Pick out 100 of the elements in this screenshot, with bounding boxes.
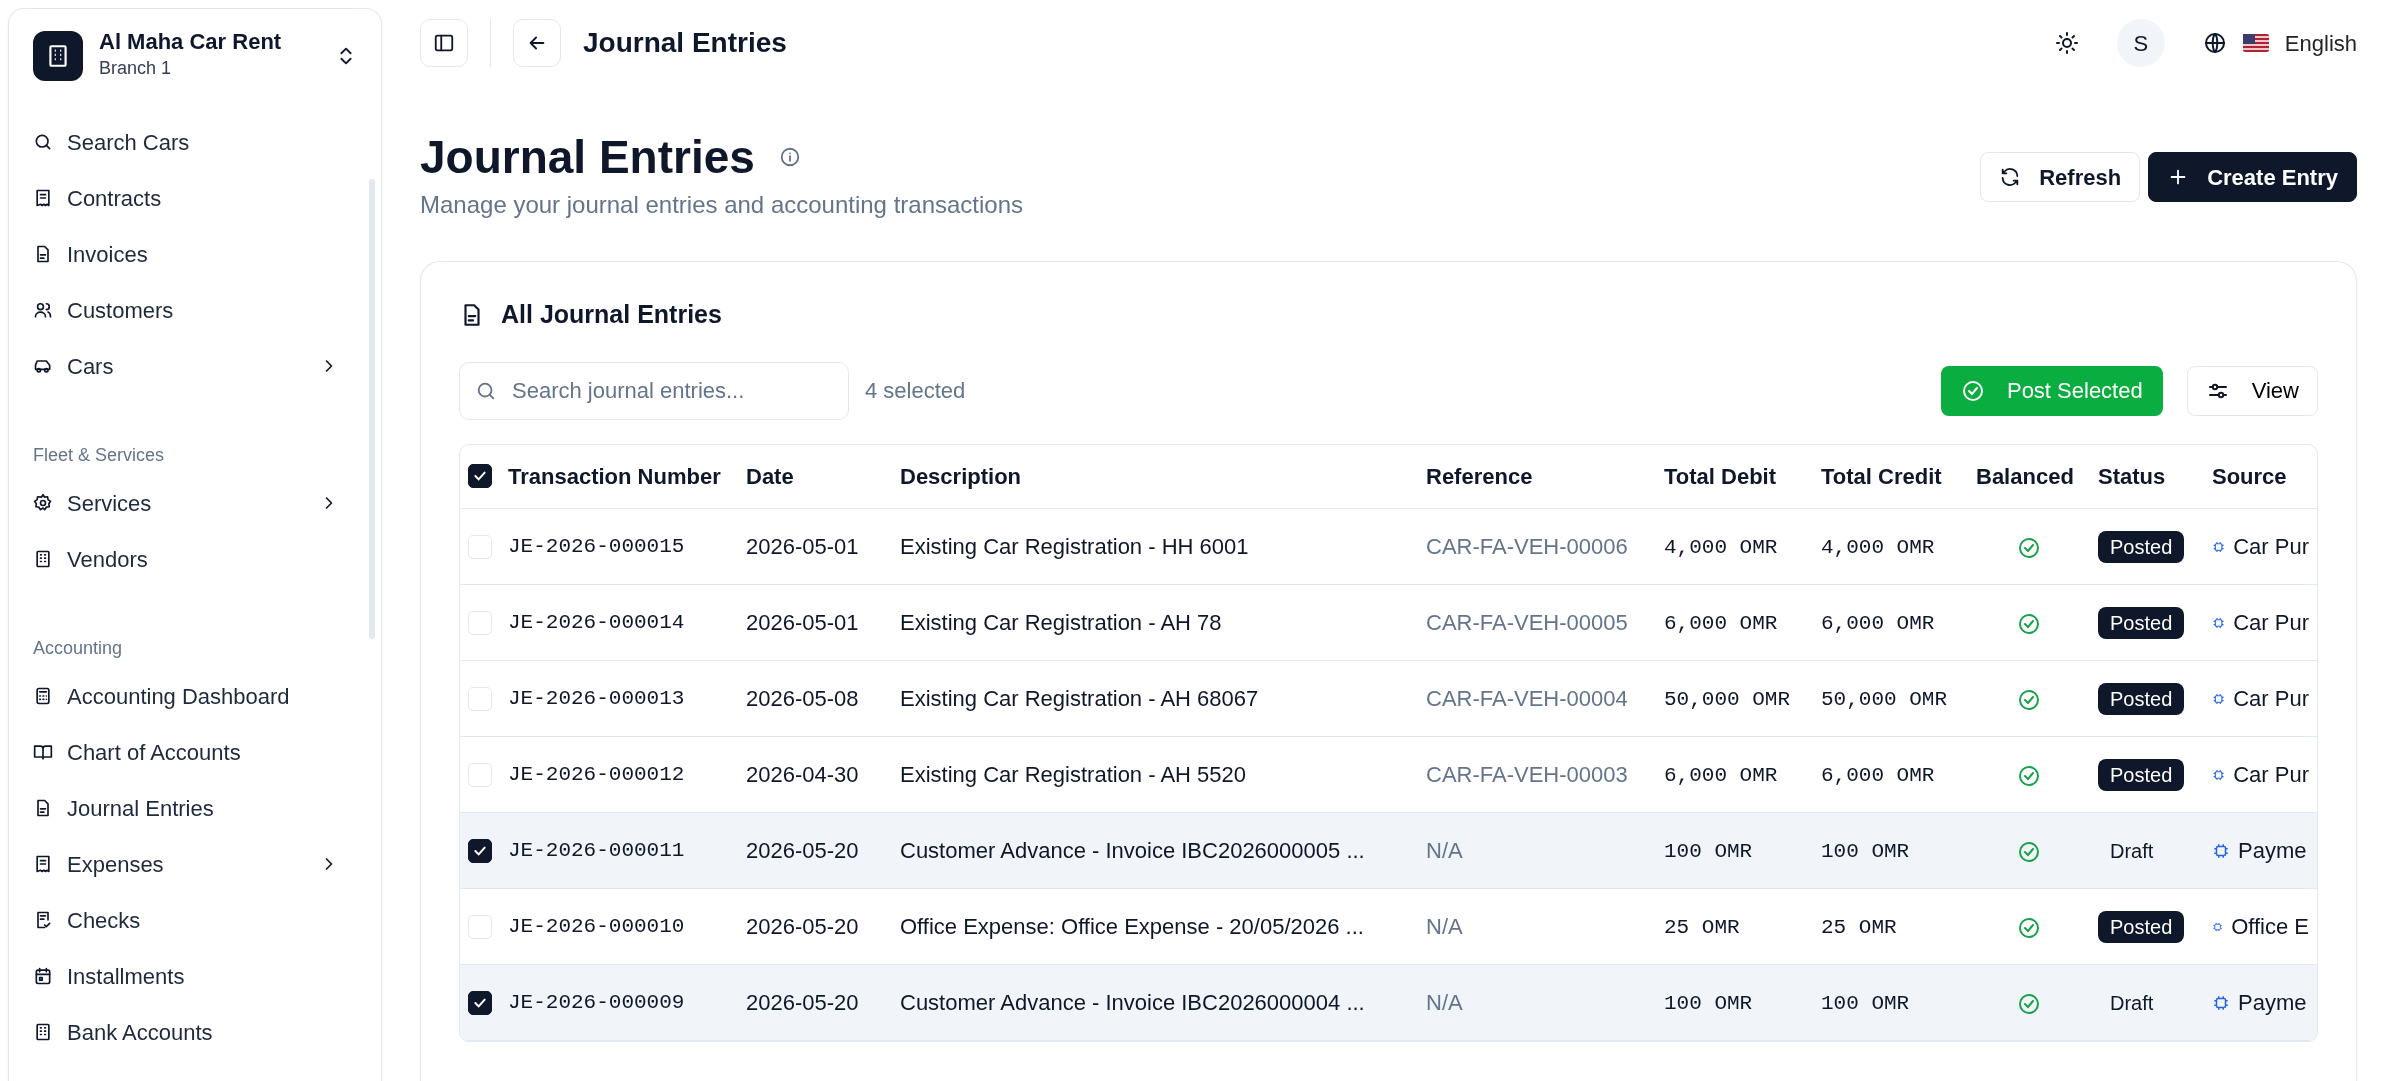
view-button[interactable]: View	[2186, 365, 2318, 416]
table-cell-text: Office E	[2231, 913, 2309, 942]
sidebar-item[interactable]: Installments	[33, 948, 357, 1005]
table-cell: 2026-05-01	[746, 534, 859, 560]
table-cell: CAR-FA-VEH-00005	[1426, 610, 1628, 636]
sidebar-toggle-button[interactable]	[420, 19, 468, 67]
sidebar-item[interactable]: Chart of Accounts	[33, 724, 357, 781]
user-avatar[interactable]: S	[2116, 19, 2165, 67]
table-cell-text: Payme	[2238, 989, 2307, 1018]
transaction-number: JE-2026-000011	[508, 837, 685, 864]
transaction-number: JE-2026-000012	[508, 761, 685, 788]
selection-count: 4 selected	[865, 377, 967, 406]
table-cell: 6,000 OMR	[1664, 764, 1778, 788]
table-cell: 6,000 OMR	[1821, 764, 1935, 788]
table-cell: 4,000 OMR	[1664, 536, 1778, 560]
status-label: Draft	[2109, 839, 2155, 865]
sidebar-item[interactable]: Services	[33, 475, 357, 532]
building-icon	[33, 1022, 53, 1043]
table-cell-text: Car Pur	[2233, 685, 2309, 714]
table-cell: 100 OMR	[1664, 992, 1753, 1016]
sidebar-section-title: Accounting	[33, 637, 124, 661]
calculator-icon	[33, 686, 53, 707]
table-cell: 50,000 OMR	[1821, 688, 1948, 712]
status-badge: Posted	[2098, 683, 2185, 716]
sidebar-item[interactable]: Vendors	[33, 531, 357, 588]
status-badge: Posted	[2098, 607, 2185, 640]
table-cell: 2026-05-01	[746, 610, 859, 636]
table-cell: Customer Advance - Invoice IBC2026000005 ...	[900, 838, 1365, 864]
refresh-button[interactable]: Refresh	[1980, 152, 2141, 202]
table-cell-text: Car Pur	[2233, 609, 2309, 638]
table-cell: Existing Car Registration - AH 78	[900, 610, 1222, 636]
building-icon	[33, 549, 53, 570]
table-cell-text: Car Pur	[2233, 761, 2309, 790]
column-header: Reference	[1426, 462, 1533, 491]
sidebar-item[interactable]: Journal Entries	[33, 780, 357, 837]
table-cell: N/A	[1426, 990, 1463, 1016]
column-header: Date	[746, 462, 794, 491]
column-header: Transaction Number	[508, 462, 721, 491]
gear-icon	[33, 493, 53, 514]
transaction-number: JE-2026-000010	[508, 913, 685, 940]
table-cell: 100 OMR	[1664, 840, 1753, 864]
receipt-icon	[33, 854, 53, 875]
table-cell: 2026-05-20	[746, 990, 859, 1016]
scrollbar[interactable]	[369, 179, 375, 639]
checkbox[interactable]	[468, 838, 492, 863]
globe-icon	[2202, 31, 2227, 55]
table-cell: 100 OMR	[1821, 992, 1910, 1016]
page-title: Journal Entries	[420, 132, 755, 183]
table-cell-text: Car Pur	[2233, 533, 2309, 562]
sidebar-item[interactable]: Invoices	[33, 226, 357, 283]
sidebar-section-title: Fleet & Services	[33, 444, 166, 468]
page-subtitle: Manage your journal entries and accounting transactions	[420, 189, 1024, 220]
status-badge: Posted	[2098, 911, 2185, 944]
back-button[interactable]	[513, 19, 561, 67]
sidebar-item[interactable]: Contracts	[33, 170, 357, 227]
theme-toggle-button[interactable]	[2054, 30, 2079, 56]
table-cell: 25 OMR	[1664, 916, 1740, 940]
checkbox[interactable]	[468, 464, 492, 489]
column-header: Total Debit	[1664, 462, 1777, 491]
transaction-number: JE-2026-000015	[508, 533, 685, 560]
card-title: All Journal Entries	[501, 298, 722, 330]
sidebar-item[interactable]: Checks	[33, 892, 357, 949]
status-label: Draft	[2109, 991, 2155, 1017]
table-cell: Existing Car Registration - HH 6001	[900, 534, 1249, 560]
checkbox[interactable]	[468, 990, 492, 1015]
users-icon	[33, 300, 53, 321]
language-selector[interactable]: English	[2202, 26, 2357, 60]
sidebar-item[interactable]: Accounting Dashboard	[33, 668, 357, 725]
column-header: Total Credit	[1821, 462, 1942, 491]
check-circle-icon	[1960, 378, 1985, 403]
info-icon	[778, 146, 801, 169]
transaction-number: JE-2026-000013	[508, 685, 685, 712]
status-badge: Posted	[2098, 759, 2185, 792]
chip-icon	[2212, 993, 2230, 1012]
table-cell: 6,000 OMR	[1821, 612, 1935, 636]
table-cell: 2026-05-08	[746, 686, 859, 712]
table-cell: 50,000 OMR	[1664, 688, 1791, 712]
column-header: Status	[2098, 462, 2166, 491]
transaction-number: JE-2026-000009	[508, 989, 685, 1016]
sidebar-item[interactable]: Customers	[33, 282, 357, 339]
status-badge: Posted	[2098, 531, 2185, 564]
table-cell: Existing Car Registration - AH 68067	[900, 686, 1259, 712]
table-cell: N/A	[1426, 838, 1463, 864]
sun-icon	[2054, 31, 2079, 56]
table-cell: CAR-FA-VEH-00004	[1426, 686, 1628, 712]
search-field[interactable]: Search journal entries...	[459, 361, 849, 420]
sidebar-item[interactable]: Bank Accounts	[33, 1004, 357, 1061]
table-cell: N/A	[1426, 914, 1463, 940]
transaction-number: JE-2026-000014	[508, 609, 685, 636]
sidebar-item[interactable]: Search Cars	[33, 114, 357, 171]
sidebar-item[interactable]: Cars	[33, 338, 357, 395]
create-entry-button[interactable]: Create Entry	[2148, 152, 2357, 202]
table-cell: Customer Advance - Invoice IBC2026000004 ...	[900, 990, 1365, 1016]
flag-icon	[2242, 34, 2269, 52]
table-cell: Office Expense: Office Expense - 20/05/2026 ...	[900, 914, 1364, 940]
sidebar-item[interactable]: Expenses	[33, 836, 357, 893]
header-title: Journal Entries	[583, 26, 788, 60]
table-cell: Existing Car Registration - AH 5520	[900, 762, 1247, 788]
sidebar-icon	[433, 32, 455, 54]
chip-icon	[2212, 841, 2230, 860]
